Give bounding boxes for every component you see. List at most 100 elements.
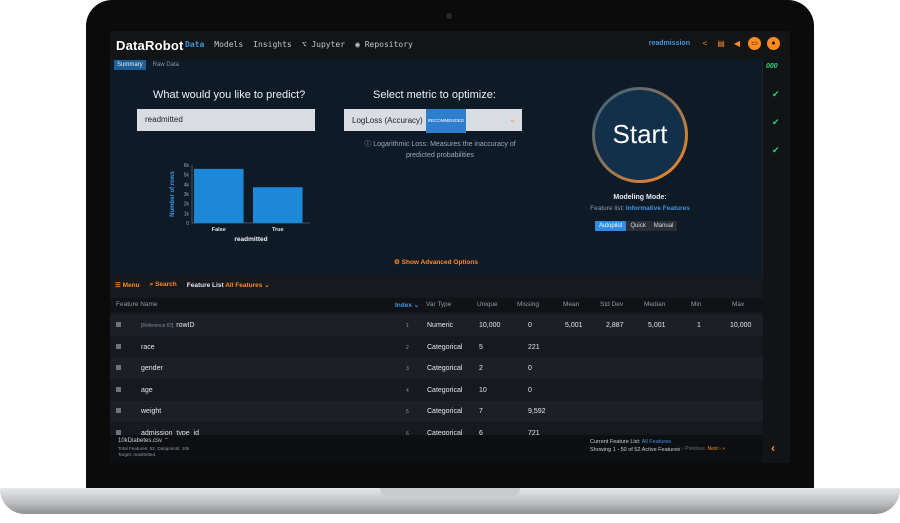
table-cell-unique: 10 [479,386,487,394]
top-bar: DataRobot Data Models Insights ⌥ Jupyter… [110,31,790,59]
project-name[interactable]: readmission [649,40,690,47]
info-icon: ⓘ [364,141,374,148]
table-row[interactable]: age 4 Categorical 10 0 [110,380,763,401]
modeling-mode-label: Modeling Mode: [613,194,667,201]
x-axis-label: readmitted [234,236,267,243]
nav-repository[interactable]: ◉ Repository [355,40,413,49]
feature-list-link[interactable]: Informative Features [626,205,690,212]
mode-autopilot[interactable]: Autopilot [595,221,627,231]
row-checkbox[interactable] [116,343,121,349]
pager-previous[interactable]: Previous [685,446,704,452]
nav-jupyter-label: Jupyter [311,40,346,49]
table-cell-unique: 5 [479,343,483,351]
table-cell-min: 1 [697,322,701,329]
worker-count[interactable]: 000 [766,63,778,70]
table-row[interactable]: race 2 Categorical 5 221 [110,337,763,358]
table-cell-unique: 2 [479,365,483,372]
col-std-dev[interactable]: Std Dev [600,301,623,308]
current-feature-list-value[interactable]: All Features [642,439,671,445]
col-feature-name[interactable]: Feature Name [116,301,158,308]
nav-models[interactable]: Models [214,40,243,49]
target-histogram: 0 1k 2k 3k 4k 5k 6k False True readmitted Number o… [162,161,312,249]
chevron-up-icon: ⌃ [163,438,169,444]
table-cell-median: 5,001 [648,322,666,329]
sort-down-icon: ⌄ [413,302,420,309]
dataset-file[interactable]: 10kDiabetes.csv ⌃ [118,437,169,444]
predict-label: What would you like to predict? [153,89,306,101]
check-icon: ✔ [772,89,780,99]
row-checkbox[interactable] [116,322,121,327]
col-min[interactable]: Min [691,301,701,308]
col-max[interactable]: Max [732,301,744,308]
nav-jupyter[interactable]: ⌥ Jupyter [302,40,345,49]
row-checkbox[interactable] [116,365,121,370]
dataset-meta-line2: Target: readmitted [118,452,156,457]
col-index-label: Index [395,302,412,309]
col-mean[interactable]: Mean [563,301,579,308]
table-header: Feature Name Index ⌄ Var Type Unique Mis… [110,298,763,312]
metric-select[interactable]: LogLoss (Accuracy) RECOMMENDED ⌄ [344,109,522,133]
start-button[interactable]: Start [592,87,688,183]
row-checkbox[interactable] [116,408,121,413]
main-nav: Data Models Insights ⌥ Jupyter ◉ Reposit… [185,40,413,49]
table-cell-feature-name[interactable]: weight [141,408,161,415]
mode-manual[interactable]: Manual [649,221,678,231]
feature-list-value: All Features [225,282,263,289]
pager-next[interactable]: Next [707,446,717,452]
advanced-options-link[interactable]: ⚙ Show Advanced Options [394,258,478,266]
tab-summary[interactable]: Summary [114,60,146,70]
row-checkbox[interactable] [116,429,121,435]
share-icon[interactable]: < [700,39,710,49]
table-cell-missing: 221 [528,343,540,351]
chevron-down-icon: ⌄ [264,282,270,289]
tab-raw-data[interactable]: Raw Data [150,60,182,70]
table-row[interactable]: gender 3 Categorical 2 0 [110,358,763,379]
histogram-svg: 0 1k 2k 3k 4k 5k 6k False True readmitted Number o… [170,163,310,243]
search-button[interactable]: ⌕ Search [150,281,177,289]
mode-quick[interactable]: Quick [626,221,650,231]
col-unique[interactable]: Unique [477,301,498,308]
reference-id-tag: [Reference ID] [141,323,174,329]
repository-icon: ◉ [355,40,365,49]
table-cell-var-type: Categorical [427,408,463,415]
layers-icon[interactable]: ▤ [716,39,726,49]
advanced-options-label: Show Advanced Options [401,259,478,266]
data-subtabs: Summary Raw Data [114,60,182,70]
table-cell-feature-name[interactable]: gender [141,365,163,372]
metric-info-line1: Logarithmic Loss: Measures the inaccurac… [373,141,516,148]
collapse-arrow-icon[interactable]: ‹ [771,441,775,455]
table-cell-index: 4 [406,387,409,394]
feature-list-prefix: Feature list: [590,205,625,212]
menu-button[interactable]: ☰ Menu [115,281,140,289]
table-cell-index: 1 [406,323,409,329]
feature-list-selector[interactable]: Feature List All Features ⌄ [187,281,270,289]
col-var-type[interactable]: Var Type [426,301,451,308]
col-median[interactable]: Median [644,301,665,308]
nav-insights[interactable]: Insights [253,40,292,49]
folder-icon[interactable]: ▭ [748,37,761,50]
table-cell-mean: 5,001 [565,322,583,329]
feature-list-line: Feature list: Informative Features [575,205,705,212]
dataset-meta: Total Features: 52, Datapoints: 10k Targ… [118,446,189,458]
target-input[interactable]: readmitted [137,109,315,131]
table-row[interactable]: weight 5 Categorical 7 9,592 [110,401,763,422]
nav-repository-label: Repository [364,40,413,49]
row-checkbox[interactable] [116,386,121,392]
x-tick-label: False [212,227,226,233]
nav-data[interactable]: Data [185,40,204,49]
table-cell-missing: 0 [528,386,532,394]
datarobot-logo[interactable]: DataRobot [116,38,184,53]
start-label: Start [595,90,685,180]
user-icon[interactable]: ● [767,37,780,50]
table-row[interactable]: [Reference ID] rowID 1 Numeric 10,000 0 5,001 2… [110,315,763,336]
table-cell-feature-name[interactable]: [Reference ID] rowID [141,322,195,329]
col-index[interactable]: Index ⌄ [395,301,419,309]
table-cell-index: 2 [406,344,409,351]
table-cell-feature-name[interactable]: race [141,344,155,351]
y-tick-label: 4k [184,182,190,188]
recommended-badge: RECOMMENDED [425,109,466,133]
table-cell-feature-name[interactable]: age [141,387,153,394]
col-missing[interactable]: Missing [517,301,539,308]
announcement-icon[interactable]: ◀ [732,39,742,49]
pager-next-icon: › » [717,446,725,452]
